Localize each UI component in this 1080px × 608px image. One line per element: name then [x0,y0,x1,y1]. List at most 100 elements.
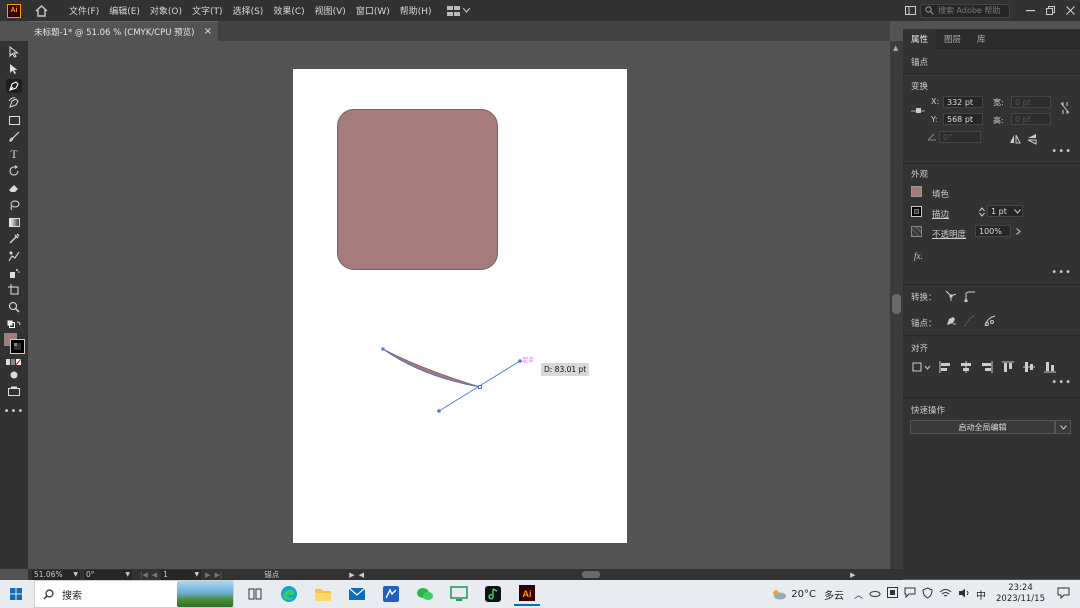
stroke-label[interactable]: 描边 [932,208,949,220]
menu-edit[interactable]: 编辑(E) [104,4,145,17]
angle-input[interactable]: 0° [939,131,981,143]
flip-horizontal-icon[interactable] [1008,133,1022,145]
opacity-chevron-right-icon[interactable] [1011,225,1025,237]
remove-anchor-icon[interactable] [944,315,958,327]
task-view-icon[interactable] [242,582,268,606]
restore-button[interactable] [1040,0,1060,21]
notification-icon[interactable] [1057,587,1070,602]
paintbrush-tool-icon[interactable] [6,130,22,144]
arrange-documents-button[interactable] [446,5,470,16]
draw-mode-icon[interactable] [6,368,22,382]
opacity-icon[interactable] [911,226,922,237]
x-input[interactable]: 332 pt [943,96,983,108]
effects-fx-button[interactable]: fx. [914,251,923,261]
next-artboard-icon[interactable]: ▶ [205,571,210,579]
hscroll-right-icon[interactable]: ▶ [850,571,855,579]
show-hidden-icons-chevron-icon[interactable]: ︿ [854,588,863,601]
help-search-input[interactable]: 搜索 Adobe 帮助 [920,3,1010,18]
taskbar-search-box[interactable]: 搜索 [34,580,234,608]
close-tab-icon[interactable]: × [204,26,212,37]
direct-selection-tool-icon[interactable] [6,62,22,76]
menu-type[interactable]: 文字(T) [187,4,228,17]
blend-tool-icon[interactable] [6,249,22,263]
transform-more-icon[interactable]: ••• [1051,146,1072,157]
stroke-color-swatch[interactable] [911,206,922,217]
ime-indicator[interactable]: 中 [976,587,986,602]
tray-shield-icon[interactable] [922,586,933,602]
eraser-tool-icon[interactable] [6,181,22,195]
align-left-icon[interactable] [938,361,952,373]
global-edit-options-chevron-icon[interactable] [1055,420,1071,434]
document-tab[interactable]: 未标题-1* @ 51.06 % (CMYK/CPU 预览) × [28,21,218,41]
menu-effect[interactable]: 效果(C) [268,4,309,17]
menu-file[interactable]: 文件(F) [64,4,104,17]
more-tools-icon[interactable]: ••• [4,404,24,418]
color-mode-icons[interactable] [6,355,22,369]
tray-app-icon[interactable] [887,587,898,601]
cut-path-icon[interactable] [983,315,997,327]
zoom-tool-icon[interactable] [6,300,22,314]
y-input[interactable]: 568 pt [943,113,983,125]
align-vertical-center-icon[interactable] [1022,361,1036,373]
scroll-up-icon[interactable]: ▲ [893,44,898,52]
weather-widget[interactable]: 20°C 多云 [771,587,844,602]
mail-icon[interactable] [344,582,370,606]
artboard-tool-icon[interactable] [6,283,22,297]
menu-object[interactable]: 对象(O) [145,4,187,17]
clock[interactable]: 23:24 2023/11/15 [996,583,1045,605]
panel-layout-icon[interactable] [900,0,920,21]
file-explorer-icon[interactable] [310,582,336,606]
flip-vertical-icon[interactable] [1025,133,1039,145]
menu-view[interactable]: 视图(V) [310,4,351,17]
windows-start-icon[interactable] [10,588,22,603]
curvature-tool-icon[interactable] [6,96,22,110]
lasso-tool-icon[interactable] [6,198,22,212]
tab-properties[interactable]: 属性 [903,28,937,49]
symbol-sprayer-tool-icon[interactable] [6,266,22,280]
edge-browser-icon[interactable] [276,582,302,606]
align-right-icon[interactable] [980,361,994,373]
align-bottom-icon[interactable] [1043,361,1057,373]
last-artboard-icon[interactable]: ▶| [215,571,223,579]
screen-capture-icon[interactable] [446,582,472,606]
volume-icon[interactable] [958,588,970,601]
reference-point-icon[interactable] [911,105,925,117]
minimize-button[interactable] [1020,0,1040,21]
canvas-area[interactable]: 定点 D: 83.01 pt [28,41,890,569]
width-input[interactable]: 0 pt [1011,96,1051,108]
convert-smooth-icon[interactable] [963,290,977,302]
align-horizontal-center-icon[interactable] [959,361,973,373]
rotation-field[interactable]: 0° ▼ [84,569,132,580]
appearance-more-icon[interactable]: ••• [1051,267,1072,278]
type-tool-icon[interactable]: T [6,147,22,161]
align-more-icon[interactable]: ••• [1051,377,1072,388]
convert-corner-icon[interactable] [944,290,958,302]
cloud-sync-icon[interactable] [869,589,881,600]
gradient-tool-icon[interactable] [6,215,22,229]
artboard-number-field[interactable]: 1 ▼ [161,569,202,580]
music-app-icon[interactable] [480,582,506,606]
prev-artboard-icon[interactable]: ◀ [152,571,157,579]
screen-mode-icon[interactable] [6,384,22,398]
default-colors-icon[interactable] [6,318,22,332]
illustrator-taskbar-icon[interactable]: Ai [514,582,540,606]
rotate-tool-icon[interactable] [6,164,22,178]
stroke-dropdown-chevron-icon[interactable] [1010,205,1024,217]
opacity-label[interactable]: 不透明度 [932,228,966,240]
constrain-proportions-icon[interactable] [1058,102,1072,114]
status-menu-arrow-icon[interactable]: ▶ [349,571,354,579]
fill-color-swatch[interactable] [911,186,922,197]
wifi-icon[interactable] [939,588,952,601]
app-blue-icon[interactable] [378,582,404,606]
pen-tool-icon[interactable] [6,79,22,93]
first-artboard-icon[interactable]: |◀ [140,571,148,579]
menu-help[interactable]: 帮助(H) [395,4,437,17]
menu-select[interactable]: 选择(S) [228,4,269,17]
zoom-field[interactable]: 51.06% ▼ [32,569,80,580]
height-input[interactable]: 0 pt [1011,113,1051,125]
search-highlight-image[interactable] [177,581,233,607]
horizontal-scrollbar[interactable] [368,570,848,579]
tab-libraries[interactable]: 库 [969,29,994,49]
hscroll-thumb[interactable] [582,571,601,578]
eyedropper-tool-icon[interactable] [6,232,22,246]
